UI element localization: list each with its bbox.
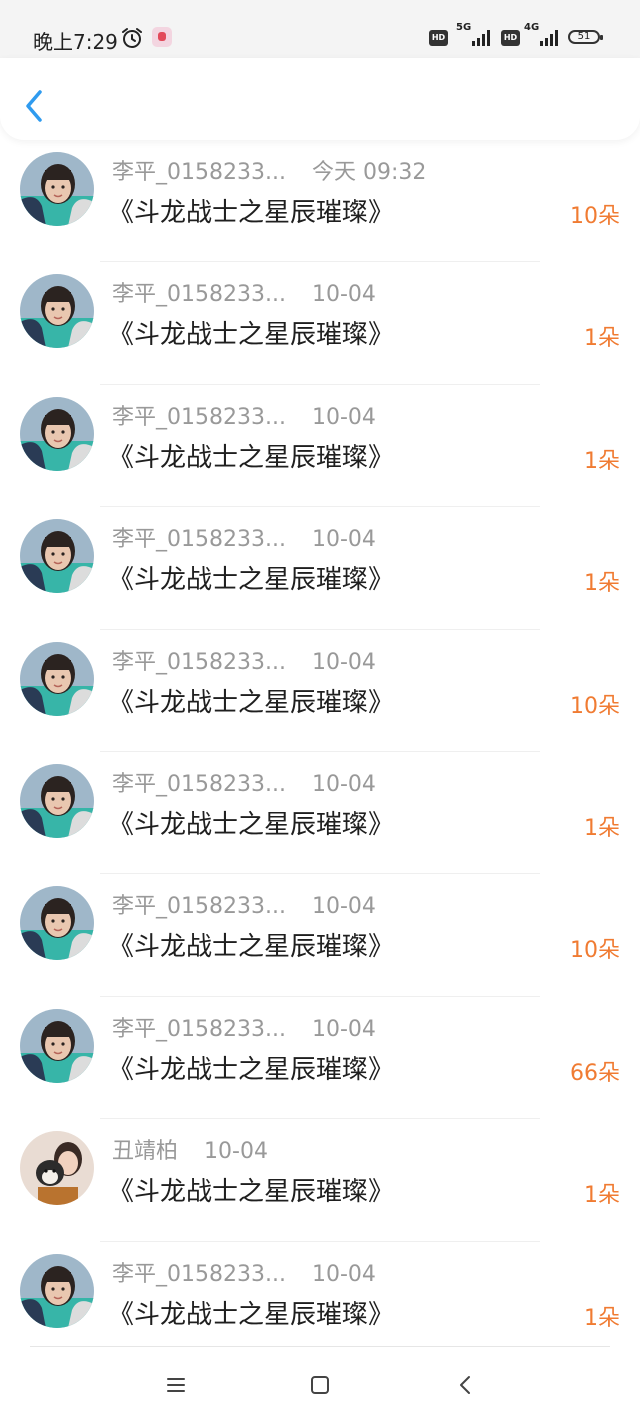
sender-name: 李平_0158233... [112,771,286,797]
book-title: 《斗龙战士之星辰璀璨》 [108,687,395,718]
book-title: 《斗龙战士之星辰璀璨》 [108,198,395,228]
gift-meta: 李平_0158233... 10-04 [112,888,376,920]
gift-row[interactable]: 丑靖柏 10-04 《斗龙战士之星辰璀璨》 1朵 [0,1119,640,1242]
header [0,58,640,140]
book-title: 《斗龙战士之星辰璀璨》 [108,565,395,596]
sender-name: 李平_0158233... [112,894,286,920]
gift-row[interactable]: 李平_0158233... 10-04 《斗龙战士之星辰璀璨》 1朵 [0,385,640,508]
home-icon[interactable] [309,1374,331,1396]
avatar[interactable] [20,1008,94,1083]
flower-count: 66朵 [570,1060,620,1086]
book-title: 《斗龙战士之星辰璀璨》 [108,1054,395,1085]
book-title: 《斗龙战士之星辰璀璨》 [108,1299,395,1330]
sender-name: 李平_0158233... [112,404,286,430]
sender-name: 李平_0158233... [112,1016,286,1042]
flower-count: 1朵 [584,571,620,597]
sender-name: 李平_0158233... [112,1261,286,1287]
gift-row[interactable]: 李平_0158233... 10-04 《斗龙战士之星辰璀璨》 10朵 [0,630,640,752]
book-title: 《斗龙战士之星辰璀璨》 [108,809,395,840]
gift-row[interactable]: 李平_0158233... 10-04 《斗龙战士之星辰璀璨》 10朵 [0,874,640,997]
hd-badge: HD [501,30,520,46]
chevron-left-icon[interactable] [20,88,50,124]
gift-date: 10-04 [311,649,376,675]
avatar[interactable] [20,886,94,961]
sender-name: 李平_0158233... [112,282,286,308]
gift-meta: 丑靖柏 10-04 [112,1133,268,1165]
flower-count: 1朵 [584,1305,620,1331]
gift-date: 10-04 [311,1261,376,1287]
gift-row[interactable]: 李平_0158233... 10-04 《斗龙战士之星辰璀璨》 1朵 [0,752,640,875]
avatar[interactable] [20,519,94,594]
book-title: 《斗龙战士之星辰璀璨》 [108,442,395,473]
sender-name: 李平_0158233... [112,160,286,185]
gift-row[interactable]: 李平_0158233... 今天 09:32 《斗龙战士之星辰璀璨》 10朵 [0,140,640,263]
signal-icon [472,30,490,46]
gift-meta: 李平_0158233... 10-04 [112,399,376,431]
gift-date: 10-04 [204,1139,268,1165]
avatar[interactable] [20,274,94,349]
avatar[interactable] [20,396,94,471]
divider [30,1346,610,1347]
hd-badge: HD [429,30,448,46]
flower-count: 10朵 [570,693,620,719]
signal-icon [540,30,558,46]
book-title: 《斗龙战士之星辰璀璨》 [108,932,395,963]
gift-date: 10-04 [311,282,376,308]
book-title: 《斗龙战士之星辰璀璨》 [108,1177,395,1208]
sender-name: 李平_0158233... [112,649,286,675]
avatar[interactable] [20,152,94,226]
gift-date: 10-04 [311,894,376,920]
flower-count: 1朵 [584,815,620,841]
flower-count: 1朵 [584,326,620,352]
gift-meta: 李平_0158233... 10-04 [112,521,376,553]
sender-name: 李平_0158233... [112,527,286,553]
gift-row[interactable]: 李平_0158233... 10-04 《斗龙战士之星辰璀璨》 66朵 [0,997,640,1120]
avatar[interactable] [20,1131,94,1206]
app-notification-icon [152,27,172,47]
gift-meta: 李平_0158233... 10-04 [112,1011,376,1043]
status-time: 晚上7:29 [33,30,118,54]
gift-meta: 李平_0158233... 今天 09:32 [112,154,426,186]
gift-row[interactable]: 李平_0158233... 10-04 《斗龙战士之星辰璀璨》 1朵 [0,262,640,385]
navigation-bar [0,1346,640,1422]
gift-date: 10-04 [311,404,376,430]
gift-row[interactable]: 李平_0158233... 10-04 《斗龙战士之星辰璀璨》 1朵 [0,507,640,630]
gift-meta: 李平_0158233... 10-04 [112,644,376,676]
alarm-icon [122,28,142,48]
flower-count: 10朵 [570,204,620,229]
gift-meta: 李平_0158233... 10-04 [112,1256,376,1288]
flower-count: 1朵 [584,448,620,474]
flower-count: 1朵 [584,1183,620,1209]
battery-indicator: 51 [568,30,603,44]
gift-meta: 李平_0158233... 10-04 [112,276,376,308]
avatar[interactable] [20,763,94,838]
avatar[interactable] [20,1253,94,1328]
gift-date: 今天 09:32 [311,160,427,185]
network-type-label: 4G [524,22,540,33]
book-title: 《斗龙战士之星辰璀璨》 [108,320,395,351]
sender-name: 丑靖柏 [112,1139,179,1165]
menu-icon[interactable] [165,1374,187,1396]
flower-count: 10朵 [570,938,620,964]
gift-meta: 李平_0158233... 10-04 [112,766,376,798]
gift-date: 10-04 [311,771,376,797]
gift-date: 10-04 [311,1016,376,1042]
avatar[interactable] [20,641,94,716]
gift-list: 李平_0158233... 今天 09:32 《斗龙战士之星辰璀璨》 10朵 李平_0… [0,140,640,1364]
network-type-label: 5G [456,22,472,33]
back-icon[interactable] [455,1374,477,1396]
gift-date: 10-04 [311,527,376,553]
